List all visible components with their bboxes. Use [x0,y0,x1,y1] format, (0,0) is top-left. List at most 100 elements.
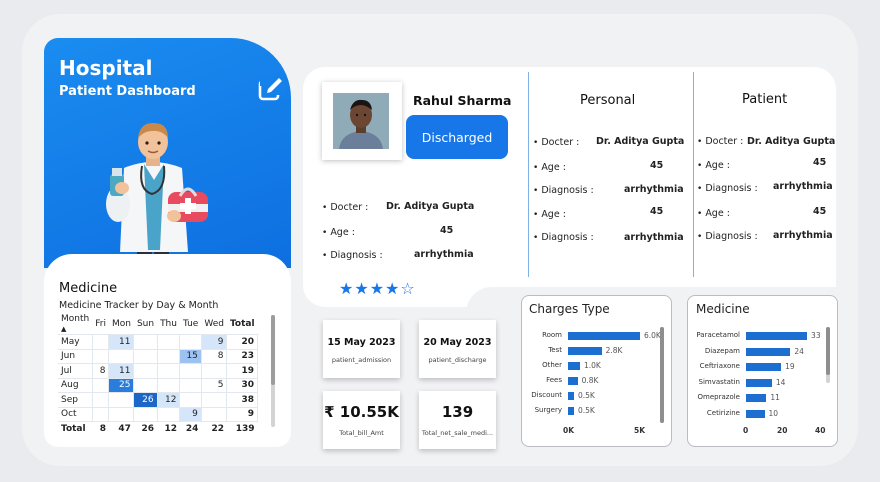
medicine-scroll-thumb[interactable] [826,327,830,375]
x-tick: 20 [777,426,788,435]
tracker-scrollbar-thumb[interactable] [271,315,275,385]
bar[interactable] [568,407,574,415]
bar-value-label: 0.8K [581,376,599,385]
bar[interactable] [568,392,574,400]
bar[interactable] [568,347,602,355]
matrix-cell: 11 [108,363,135,379]
tracker-scrollbar[interactable] [271,315,275,427]
total-medicine-label: Total_net_sale_medi... [421,429,494,437]
patient-panel-diagnosis-value: arrhythmia [773,230,833,241]
bar-category-label: Fees [546,376,562,384]
bar-category-label: Surgery [534,406,562,414]
bar-value-label: 33 [811,331,821,340]
bar-category-label: Ceftriaxone [699,362,740,370]
patient-age-label: • Age : [322,227,355,238]
rating-stars[interactable]: ★★★★☆ [339,279,416,298]
bar-value-label: 11 [770,393,780,402]
column-header-mon[interactable]: Mon [109,314,134,335]
medicine-chart: Medicine Paracetamol 33 Diazepam 24 Ceftriax… [687,295,838,447]
matrix-row: Oct 9 9 [58,406,259,422]
matrix-cell: 9 [200,334,228,350]
bar-category-label: Diazepam [704,346,740,355]
bar[interactable] [568,362,580,370]
personal-title: Personal [580,93,636,108]
matrix-cell [179,363,202,379]
personal-diagnosis-value: arrhythmia [624,184,684,195]
column-header-sun[interactable]: Sun [134,314,157,335]
x-tick: 0 [743,426,749,435]
tracker-subtitle: Medicine Tracker by Day & Month [59,300,219,311]
patient-age-value: 45 [440,225,454,236]
total-label: Total [61,424,86,434]
matrix-cell: 15 [179,348,202,364]
personal-doctor-label: • Docter : [533,137,580,148]
bar[interactable] [568,377,578,385]
patient-panel-diagnosis-label: • Diagnosis : [697,231,758,242]
header-title: Hospital [59,56,153,80]
admission-date-value: 15 May 2023 [327,337,396,348]
matrix-total-row: Total 8 47 26 12 24 22 139 [58,422,258,437]
column-header-thu[interactable]: Thu [157,314,180,335]
bar-category-label: Discount [531,391,562,399]
bar[interactable] [746,378,772,387]
total-bill-label: Total_bill_Amt [339,429,384,437]
bar-category-label: Cetirizine [706,408,740,417]
charges-type-chart: Charges Type Room 6.0K Test 2.8K Other 1.0K Fe… [521,295,672,447]
column-header-total[interactable]: Total [227,314,258,335]
matrix-cell [200,406,228,422]
grand-total: 139 [235,424,255,434]
matrix-cell [179,377,202,393]
matrix-cell [91,406,110,422]
medicine-tracker-matrix: Month ▲ Fri Mon Sun Thu Tue Wed Total May… [58,314,259,437]
bar[interactable] [746,409,765,418]
bar[interactable] [746,332,808,340]
patient-name: Rahul Sharma [413,93,512,108]
bar[interactable] [746,347,791,356]
matrix-cell: 11 [108,334,135,350]
patient-photo [322,82,402,160]
column-header-tue[interactable]: Tue [180,314,201,335]
tracker-title: Medicine [59,281,118,296]
bar-value-label: 24 [794,346,804,356]
bar[interactable] [746,394,767,402]
column-header-fri[interactable]: Fri [92,314,109,335]
patient-diagnosis-label: • Diagnosis : [322,250,383,261]
patient-doctor-label: • Docter : [322,202,369,213]
matrix-row: May 11 9 20 [58,334,259,350]
bar[interactable] [746,363,782,371]
section-divider [528,72,529,277]
bar-category-label: Test [548,346,562,354]
discharged-status-button[interactable]: Discharged [406,115,508,159]
bar-category-label: Omeprazole [697,393,740,401]
matrix-cell [91,377,110,393]
column-header-wed[interactable]: Wed [201,314,227,335]
medicine-chart-title: Medicine [696,302,750,316]
matrix-cell [108,406,135,422]
medicine-chart-scrollbar[interactable] [826,327,830,383]
dashboard-header: Hospital Patient Dashboard [44,38,291,268]
personal-age-value: 45 [650,206,664,217]
charges-chart-scrollbar[interactable] [660,327,664,423]
matrix-row: Jun 15 8 23 [58,348,259,364]
row-total: 9 [226,406,259,422]
medicine-tracker-card: Medicine Medicine Tracker by Day & Month… [44,254,291,447]
header-subtitle: Patient Dashboard [59,84,196,99]
matrix-cell [200,392,228,408]
patient-doctor-value: Dr. Aditya Gupta [386,201,475,212]
column-header-month[interactable]: Month ▲ [58,314,92,335]
bar-value-label: 6.0K [644,331,661,340]
total-cell: 47 [118,424,131,434]
total-cell: 24 [185,424,199,434]
matrix-row: Aug 25 5 30 [58,377,259,393]
bar-value-label: 14 [775,377,786,387]
edit-icon[interactable] [257,76,285,102]
charges-scroll-thumb[interactable] [660,327,664,423]
patient-panel-age-label: • Age : [697,208,730,219]
bar-category-label: Simvastatin [698,377,740,386]
matrix-cell: 26 [133,392,158,408]
matrix-cell: 9 [179,406,202,422]
avatar-image [333,93,389,149]
bar[interactable] [568,332,640,340]
matrix-cell [156,363,181,379]
bar-value-label: 0.5K [578,391,595,400]
